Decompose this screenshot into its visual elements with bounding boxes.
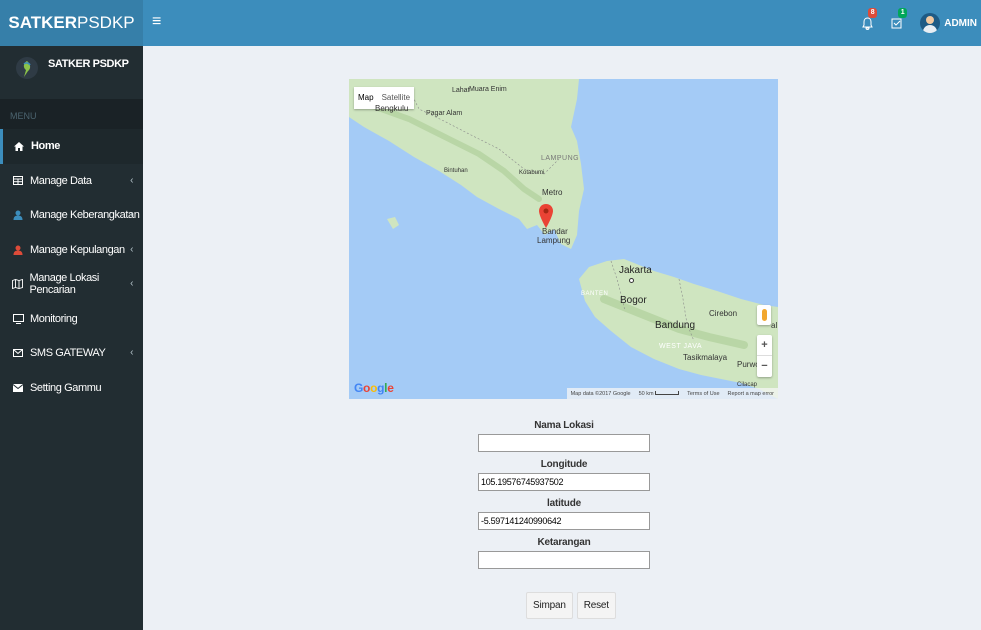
- nama-lokasi-label: Nama Lokasi: [534, 420, 594, 431]
- map-label-bandung: Bandung: [655, 320, 696, 331]
- sidebar-item-label: Setting Gammu: [30, 381, 102, 394]
- map-city-dot-jakarta: [629, 278, 634, 283]
- map-label-muara-enim: Muara Enim: [469, 86, 507, 93]
- keterangan-input[interactable]: [478, 551, 650, 569]
- map-label-cirebon: Cirebon: [709, 309, 738, 318]
- user-avatar: [920, 13, 941, 33]
- logo-bold-text: SATKER: [8, 13, 77, 32]
- map-label-al: al: [771, 321, 778, 330]
- main-sidebar: SATKER PSDKP MENU Home Manage Data ‹ Man…: [0, 46, 143, 630]
- envelope-filled-icon: [12, 383, 24, 392]
- angle-left-icon: ‹: [130, 209, 133, 220]
- user-panel: SATKER PSDKP: [0, 46, 143, 99]
- map-label-jakarta: Jakarta: [619, 265, 652, 276]
- google-logo[interactable]: Google: [354, 381, 394, 395]
- sidebar-item-sms-gateway[interactable]: SMS GATEWAY ‹: [0, 336, 143, 371]
- longitude-label: Longitude: [540, 459, 588, 470]
- main-header: SATKER PSDKP ≡ 8 1 ADMIN: [0, 0, 981, 46]
- angle-left-icon: ‹: [130, 243, 133, 255]
- sidebar-item-label: Manage Kepulangan: [30, 243, 125, 256]
- sidebar-item-label: SMS GATEWAY: [30, 347, 106, 360]
- sidebar-item-manage-data[interactable]: Manage Data ‹: [0, 164, 143, 199]
- navbar-right: 8 1 ADMIN: [852, 0, 981, 46]
- latitude-label: latitude: [547, 498, 581, 509]
- nama-lokasi-input[interactable]: [478, 434, 650, 452]
- location-form: Nama Lokasi Longitude latitude Ketaranga…: [478, 418, 650, 574]
- angle-left-icon: ‹: [130, 174, 133, 186]
- tasks-button[interactable]: 1: [882, 0, 912, 46]
- angle-left-icon: ‹: [130, 347, 133, 358]
- keterangan-label: Ketarangan: [537, 537, 591, 548]
- sidebar-item-monitoring[interactable]: Monitoring: [0, 302, 143, 337]
- table-icon: [12, 176, 24, 186]
- bars-icon: ≡: [152, 13, 162, 30]
- user-menu[interactable]: ADMIN: [912, 0, 981, 46]
- sidebar-item-label: Manage Keberangkatan: [30, 209, 140, 222]
- map-attribution: Map data ©2017 Google 50 km Terms of Use…: [566, 388, 778, 399]
- home-icon: [13, 141, 25, 151]
- map-label-lahat: Lahat: [452, 87, 470, 94]
- sidebar-item-label: Monitoring: [30, 312, 78, 325]
- map-data-credit: Map data ©2017 Google: [570, 390, 631, 397]
- envelope-icon: [12, 349, 24, 358]
- sidebar-item-manage-kepulangan[interactable]: Manage Kepulangan ‹: [0, 233, 143, 268]
- zoom-in-button[interactable]: +: [757, 335, 772, 356]
- sidebar-item-label: Home: [31, 140, 60, 153]
- terms-of-use-link[interactable]: Terms of Use: [687, 391, 719, 397]
- menu-header: MENU: [0, 99, 143, 129]
- logo[interactable]: SATKER PSDKP: [0, 0, 143, 46]
- sidebar-item-manage-keberangkatan[interactable]: Manage Keberangkatan ‹: [0, 198, 143, 233]
- sidebar-item-home[interactable]: Home: [0, 129, 143, 164]
- bell-icon: [861, 16, 873, 30]
- map-label-lampung-region: LAMPUNG: [541, 155, 580, 162]
- user-icon: [12, 210, 24, 221]
- report-map-error-link[interactable]: Report a map error: [728, 391, 774, 397]
- map-label-banten: BANTEN: [581, 291, 609, 297]
- sidebar-item-manage-lokasi-pencarian[interactable]: Manage Lokasi Pencarian ‹: [0, 267, 143, 302]
- pegman-icon: [761, 309, 767, 321]
- map-label-pagar-alam: Pagar Alam: [426, 110, 463, 117]
- sidebar-item-setting-gammu[interactable]: Setting Gammu: [0, 371, 143, 406]
- simpan-button[interactable]: Simpan: [526, 592, 573, 619]
- logo-light-text: PSDKP: [77, 13, 135, 32]
- notifications-button[interactable]: 8: [852, 0, 882, 46]
- longitude-input[interactable]: [478, 473, 650, 491]
- zoom-control: + −: [757, 335, 772, 377]
- map-view[interactable]: Map Satellite Lahat Muara Enim Bengkulu …: [349, 79, 778, 399]
- map-label-west-java: WEST JAVA: [659, 343, 703, 350]
- map-label-tasikmalaya: Tasikmalaya: [683, 353, 728, 362]
- tasks-badge: 1: [898, 8, 908, 18]
- latitude-input[interactable]: [478, 512, 650, 530]
- scale-bar: [655, 391, 680, 396]
- map-scale: 50 km: [639, 391, 680, 397]
- notifications-badge: 8: [868, 8, 878, 18]
- user-icon: [12, 245, 24, 255]
- user-panel-avatar: [16, 57, 38, 79]
- sidebar-item-label: Manage Data: [30, 174, 92, 187]
- reset-button[interactable]: Reset: [576, 592, 616, 619]
- map-icon: [12, 279, 24, 290]
- user-panel-name: SATKER PSDKP: [48, 58, 129, 70]
- map-label-lampung-city: Lampung: [537, 236, 571, 245]
- map-label-metro: Metro: [542, 188, 563, 197]
- check-square-icon: [891, 18, 902, 29]
- user-name: ADMIN: [944, 17, 977, 29]
- desktop-icon: [12, 313, 24, 324]
- map-marker-icon[interactable]: [539, 204, 553, 228]
- zoom-out-button[interactable]: −: [757, 356, 772, 377]
- street-view-pegman-button[interactable]: [757, 305, 771, 325]
- sidebar-toggle-button[interactable]: ≡: [152, 12, 161, 32]
- form-buttons: Simpan Reset: [526, 592, 616, 619]
- angle-left-icon: ‹: [130, 278, 133, 289]
- map-label-bintuhan: Bintuhan: [444, 168, 468, 174]
- map-label-kotabumi: Kotabumi: [519, 170, 545, 176]
- sidebar-item-label: Manage Lokasi Pencarian: [29, 272, 100, 297]
- map-label-bengkulu: Bengkulu: [375, 104, 409, 113]
- map-label-bandar: Bandar: [542, 227, 568, 236]
- map-label-bogor: Bogor: [620, 295, 647, 306]
